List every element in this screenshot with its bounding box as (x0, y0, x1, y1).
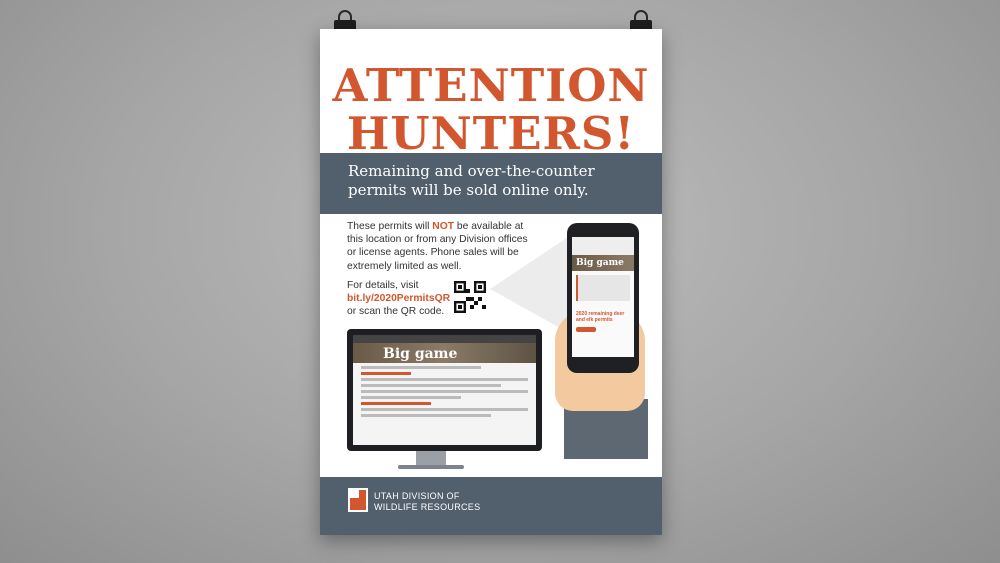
org-line2: WILDLIFE RESOURCES (374, 502, 481, 512)
subhead-line1: Remaining and over-the-counter (348, 162, 595, 180)
desktop-monitor: Big game (347, 329, 542, 451)
utah-dwr-logo-icon (348, 488, 368, 512)
subhead-line2: permits will be sold online only. (348, 181, 589, 199)
monitor-base (398, 465, 464, 469)
footer-band: UTAH DIVISION OF WILDLIFE RESOURCES (320, 477, 662, 535)
org-line1: UTAH DIVISION OF (374, 491, 460, 501)
subhead-band: Remaining and over-the-counter permits w… (320, 153, 662, 214)
phone-heading: 2020 remaining deer and elk permits (576, 311, 625, 323)
details-link[interactable]: bit.ly/2020PermitsQR (347, 292, 450, 305)
headline-line2: HUNTERS! (346, 107, 636, 160)
details-line1: For details, visit (347, 280, 419, 291)
phone-screen: Big game 2020 remaining deer and elk per… (572, 237, 634, 357)
poster: ATTENTION HUNTERS! Remaining and over-th… (320, 29, 662, 535)
smartphone: Big game 2020 remaining deer and elk per… (567, 223, 639, 373)
headline-line1: ATTENTION (332, 59, 650, 112)
body-part1: These permits will (347, 221, 433, 232)
details-text: For details, visit bit.ly/2020PermitsQR … (347, 279, 450, 319)
monitor-screen: Big game (353, 335, 536, 445)
monitor-stand (416, 451, 446, 465)
monitor-hero-title: Big game (353, 343, 536, 363)
details-line3: or scan the QR code. (347, 306, 445, 318)
organization-name: UTAH DIVISION OF WILDLIFE RESOURCES (374, 491, 480, 513)
qr-code-icon[interactable] (454, 281, 486, 313)
phone-button[interactable] (576, 327, 596, 332)
phone-hero-title: Big game (572, 255, 634, 271)
body-highlight: NOT (432, 221, 455, 232)
